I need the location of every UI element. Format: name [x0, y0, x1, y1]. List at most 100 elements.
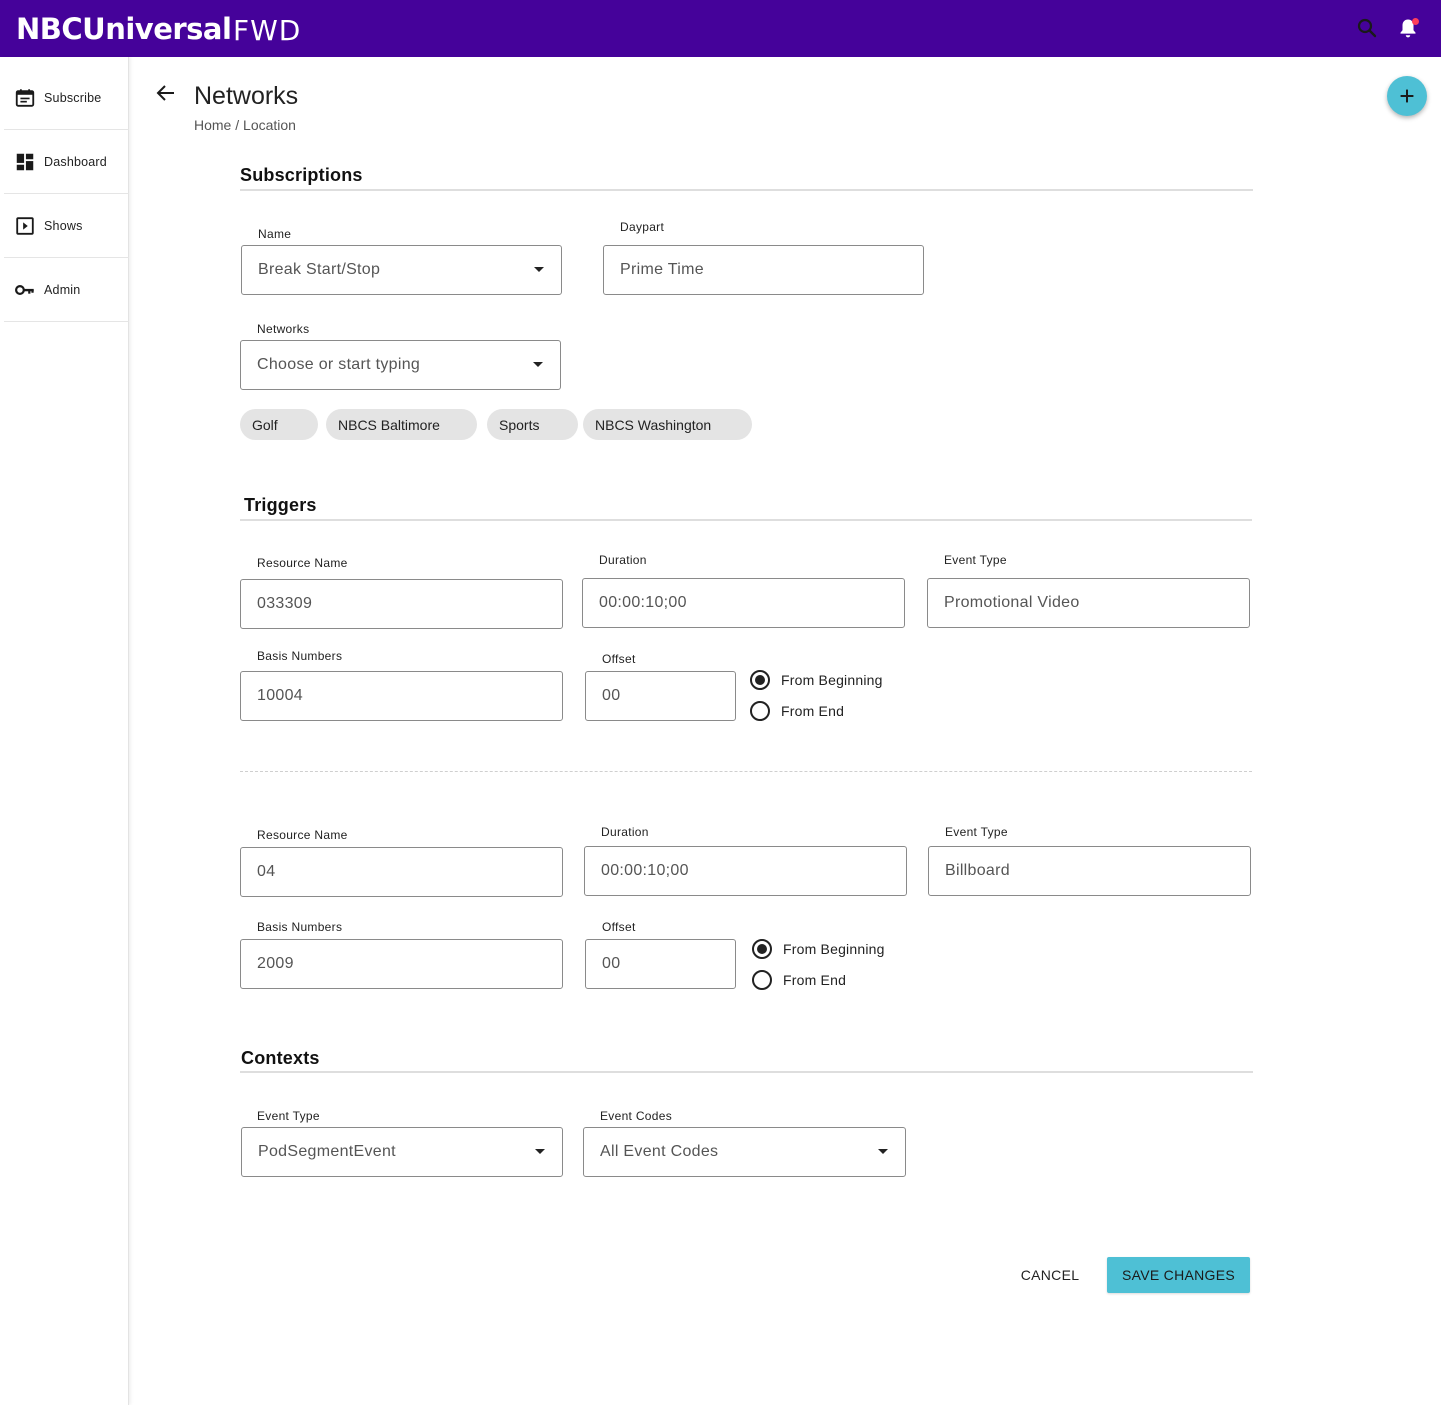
offset-field[interactable] [585, 939, 736, 989]
offset-input[interactable] [602, 687, 735, 705]
event-codes-value: All Event Codes [600, 1143, 719, 1160]
duration-field[interactable] [582, 578, 905, 628]
resource-name-input[interactable] [257, 595, 562, 613]
event-type-label: Event Type [944, 553, 1007, 567]
event-type-input[interactable] [945, 862, 1250, 880]
brand-logo[interactable]: NBCUniversal [16, 12, 232, 46]
radio-label: From Beginning [783, 941, 885, 957]
breadcrumb-separator: / [231, 117, 244, 133]
sidebar-item-label: Shows [44, 218, 83, 233]
notification-badge [1412, 18, 1419, 25]
daypart-field[interactable] [603, 245, 924, 295]
sidebar-item-admin[interactable]: Admin [4, 258, 129, 322]
chevron-down-icon [535, 1149, 545, 1154]
bell-icon[interactable] [1396, 16, 1420, 40]
save-changes-button[interactable]: SAVE CHANGES [1107, 1257, 1250, 1293]
radio-from-end[interactable]: From End [750, 701, 844, 721]
context-event-type-value: PodSegmentEvent [258, 1143, 396, 1160]
event-type-input[interactable] [944, 594, 1249, 612]
sidebar-item-label: Subscribe [44, 90, 102, 105]
network-chip[interactable]: Golf [240, 409, 318, 440]
add-button[interactable] [1387, 76, 1427, 116]
name-select[interactable]: Break Start/Stop [241, 245, 562, 295]
radio-label: From Beginning [781, 672, 883, 688]
resource-name-field[interactable] [240, 579, 563, 629]
key-icon [13, 278, 37, 302]
offset-field[interactable] [585, 671, 736, 721]
triggers-title: Triggers [244, 495, 317, 515]
event-type-label: Event Type [945, 825, 1008, 839]
back-arrow-icon[interactable] [154, 81, 178, 105]
event-codes-select[interactable]: All Event Codes [583, 1127, 906, 1177]
daypart-label: Daypart [620, 220, 665, 234]
name-select-value: Break Start/Stop [258, 261, 381, 278]
trigger-separator [240, 771, 1252, 772]
context-event-type-label: Event Type [257, 1109, 320, 1123]
basis-numbers-input[interactable] [257, 955, 562, 973]
resource-name-label: Resource Name [257, 828, 348, 842]
resource-name-field[interactable] [240, 847, 563, 897]
event-codes-label: Event Codes [600, 1109, 673, 1123]
network-chip[interactable]: NBCS Baltimore [326, 409, 477, 440]
radio-checked-icon [750, 670, 770, 690]
duration-label: Duration [599, 553, 647, 567]
play-box-icon [13, 214, 37, 238]
networks-input[interactable] [257, 356, 560, 374]
duration-field[interactable] [584, 846, 907, 896]
radio-label: From End [783, 972, 847, 988]
resource-name-label: Resource Name [257, 556, 348, 570]
event-type-field[interactable] [928, 846, 1251, 896]
network-chip[interactable]: Sports [487, 409, 578, 440]
chevron-down-icon [534, 267, 544, 272]
subscriptions-title: Subscriptions [240, 165, 363, 185]
radio-checked-icon [752, 939, 772, 959]
section-divider [240, 189, 1253, 191]
radio-label: From End [781, 703, 845, 719]
breadcrumb-home[interactable]: Home [194, 117, 231, 133]
resource-name-input[interactable] [257, 863, 562, 881]
context-event-type-select[interactable]: PodSegmentEvent [241, 1127, 563, 1177]
sidebar-item-dashboard[interactable]: Dashboard [4, 130, 129, 194]
section-divider [240, 519, 1252, 521]
event-type-field[interactable] [927, 578, 1250, 628]
search-icon[interactable] [1355, 16, 1379, 40]
breadcrumb-current[interactable]: Location [243, 117, 296, 133]
plus-icon [1400, 89, 1414, 103]
contexts-title: Contexts [241, 1048, 320, 1068]
sidebar-item-shows[interactable]: Shows [4, 194, 129, 258]
duration-input[interactable] [601, 862, 906, 880]
networks-select[interactable] [240, 340, 561, 390]
basis-numbers-label: Basis Numbers [257, 649, 343, 663]
name-label: Name [258, 227, 292, 241]
radio-from-beginning[interactable]: From Beginning [752, 939, 885, 959]
duration-input[interactable] [599, 594, 904, 612]
sidebar: Subscribe Dashboard Shows Admin [0, 57, 129, 1405]
chevron-down-icon [533, 362, 543, 367]
app-header: NBCUniversal FWD [0, 0, 1441, 57]
duration-label: Duration [601, 825, 649, 839]
network-chip[interactable]: NBCS Washington [583, 409, 752, 440]
radio-unchecked-icon [752, 970, 772, 990]
calendar-icon [13, 86, 37, 110]
basis-numbers-label: Basis Numbers [257, 920, 343, 934]
networks-label: Networks [257, 322, 310, 336]
section-divider [240, 1071, 1253, 1073]
page-title: Networks [194, 82, 299, 110]
product-name: FWD [233, 14, 302, 47]
chevron-down-icon [878, 1149, 888, 1154]
breadcrumb: Home / Location [194, 117, 296, 133]
offset-label: Offset [602, 652, 636, 666]
offset-label: Offset [602, 920, 636, 934]
cancel-button[interactable]: CANCEL [1011, 1257, 1089, 1293]
daypart-input[interactable] [620, 261, 923, 279]
sidebar-item-label: Dashboard [44, 154, 107, 169]
basis-numbers-input[interactable] [257, 687, 562, 705]
sidebar-item-label: Admin [44, 282, 81, 297]
basis-numbers-field[interactable] [240, 671, 563, 721]
sidebar-item-subscribe[interactable]: Subscribe [4, 66, 129, 130]
dashboard-icon [13, 150, 37, 174]
radio-from-end[interactable]: From End [752, 970, 846, 990]
basis-numbers-field[interactable] [240, 939, 563, 989]
radio-from-beginning[interactable]: From Beginning [750, 670, 883, 690]
offset-input[interactable] [602, 955, 735, 973]
